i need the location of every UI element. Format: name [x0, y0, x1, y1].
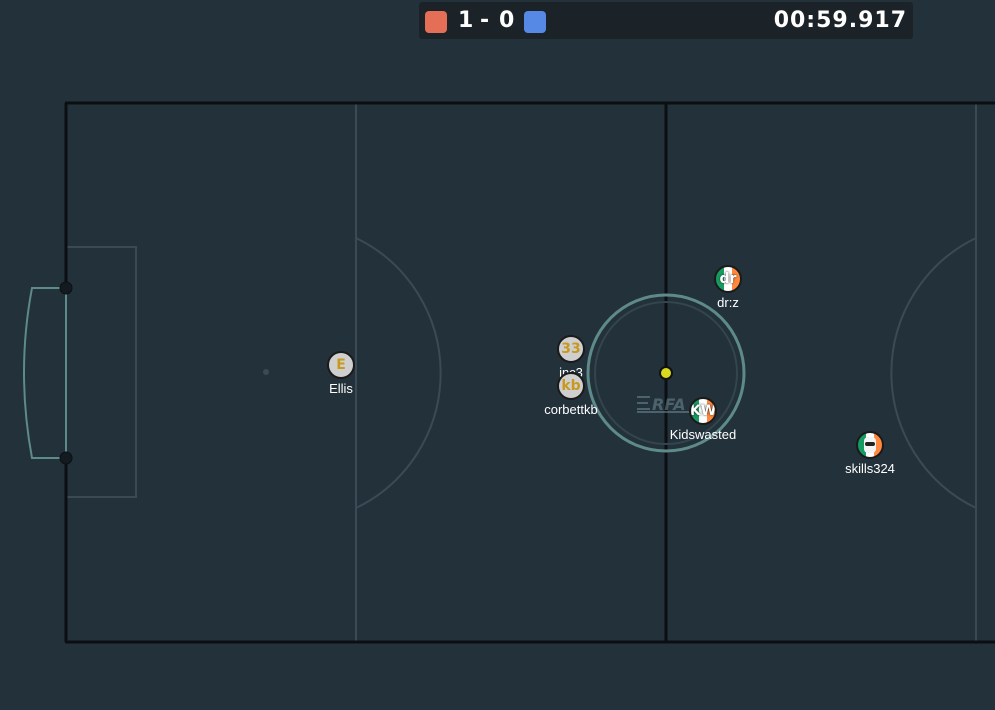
- score-separator: -: [480, 8, 491, 33]
- player-disc: dr: [714, 265, 742, 293]
- player-avatar: 33: [561, 341, 581, 357]
- player-avatar: kb: [561, 378, 581, 394]
- player-name: Kidswasted: [669, 427, 737, 442]
- penalty-box-left: [65, 246, 137, 498]
- player-name: skills324: [845, 461, 895, 476]
- goal-net: [23, 287, 66, 459]
- player-avatar: E: [336, 357, 346, 373]
- blue-team-swatch: [524, 11, 546, 33]
- red-team-swatch: [425, 11, 447, 33]
- sunglasses-face-icon: [864, 437, 876, 453]
- player: dr dr:z: [678, 265, 778, 310]
- player-name: corbettkb: [544, 402, 598, 417]
- player-avatar: dr: [719, 271, 737, 287]
- player: skills324: [820, 431, 920, 476]
- goalpost-bottom: [59, 451, 73, 465]
- player: E Ellis: [291, 351, 391, 396]
- red-score: 1: [458, 8, 475, 33]
- player: KW Kidswasted: [653, 397, 753, 442]
- player-name: Ellis: [329, 381, 353, 396]
- player-avatar: KW: [689, 403, 717, 419]
- player-disc: KW: [689, 397, 717, 425]
- ball: [659, 366, 673, 380]
- player: kb corbettkb: [521, 372, 621, 417]
- penalty-spot: [263, 369, 269, 375]
- player-disc: 33: [557, 335, 585, 363]
- player-disc: kb: [557, 372, 585, 400]
- player-disc: E: [327, 351, 355, 379]
- goalpost-top: [59, 281, 73, 295]
- scoreboard: 1 - 0 00:59.917: [419, 2, 913, 39]
- player-disc: [856, 431, 884, 459]
- blue-score: 0: [499, 8, 516, 33]
- match-timer: 00:59.917: [773, 8, 907, 33]
- pitch: RFA: [23, 101, 995, 644]
- player-name: dr:z: [717, 295, 739, 310]
